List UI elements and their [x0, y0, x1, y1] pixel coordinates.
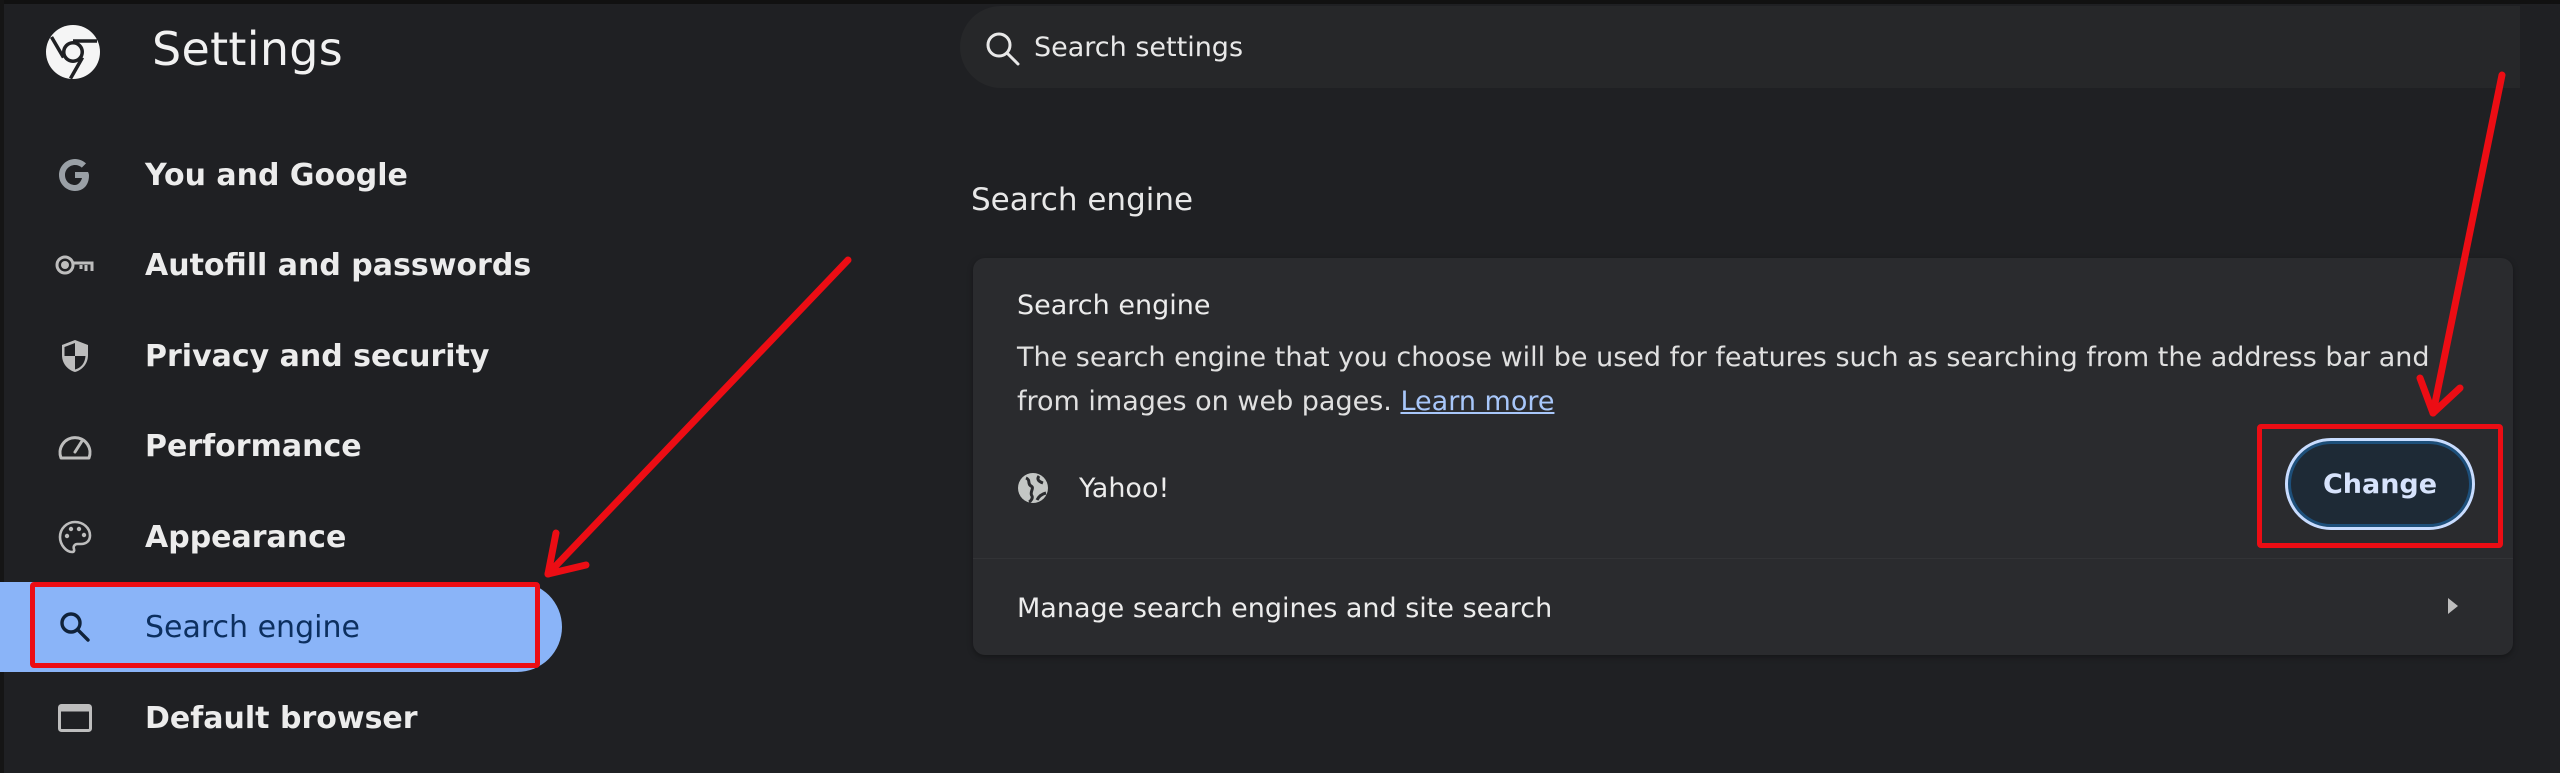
search-engine-card: Search engine The search engine that you…: [973, 258, 2513, 655]
page-title: Settings: [152, 22, 344, 76]
sidebar-item-label: Search engine: [145, 609, 360, 645]
sidebar-item-label: Privacy and security: [145, 338, 490, 374]
card-description: The search engine that you choose will b…: [1017, 336, 2457, 424]
annotation-arrow-left: [544, 256, 852, 578]
sidebar-item-you-and-google[interactable]: You and Google: [0, 130, 562, 220]
shield-icon: [55, 336, 95, 376]
window-frame-top: [0, 0, 2560, 4]
manage-search-engines-row[interactable]: Manage search engines and site search: [973, 568, 2513, 648]
sidebar-item-label: You and Google: [145, 157, 408, 193]
sidebar-item-search-engine[interactable]: Search engine: [0, 582, 562, 672]
sidebar-item-label: Appearance: [145, 519, 347, 555]
arrow-right-icon: [2448, 598, 2458, 614]
current-engine-name: Yahoo!: [1079, 472, 1170, 504]
sidebar-item-appearance[interactable]: Appearance: [0, 492, 562, 582]
browser-window-icon: [55, 698, 95, 738]
sidebar-item-autofill-and-passwords[interactable]: Autofill and passwords: [0, 220, 562, 310]
chrome-logo-icon: [46, 25, 100, 80]
sidebar-item-label: Performance: [145, 428, 362, 464]
google-g-icon: [55, 155, 95, 195]
description-text: The search engine that you choose will b…: [1017, 342, 2430, 417]
sidebar-item-label: Autofill and passwords: [145, 247, 532, 283]
divider: [973, 558, 2513, 559]
section-heading: Search engine: [971, 182, 1194, 218]
search-settings-bar: [960, 6, 2520, 88]
sidebar-item-performance[interactable]: Performance: [0, 401, 562, 491]
sidebar-item-default-browser[interactable]: Default browser: [0, 673, 562, 763]
manage-search-engines-label: Manage search engines and site search: [1017, 592, 1553, 624]
card-title: Search engine: [1017, 290, 1211, 321]
key-icon: [55, 245, 95, 285]
learn-more-link[interactable]: Learn more: [1400, 386, 1554, 417]
sidebar-item-privacy-and-security[interactable]: Privacy and security: [0, 311, 562, 401]
current-engine-row: Yahoo!: [1017, 463, 1169, 513]
sidebar-item-label: Default browser: [145, 700, 418, 736]
search-icon: [55, 607, 95, 647]
change-button[interactable]: Change: [2285, 438, 2475, 530]
search-settings-input[interactable]: [1034, 24, 2434, 70]
globe-icon: [1018, 473, 1048, 504]
palette-icon: [55, 517, 95, 557]
speedometer-icon: [55, 426, 95, 466]
search-icon: [986, 32, 1020, 66]
